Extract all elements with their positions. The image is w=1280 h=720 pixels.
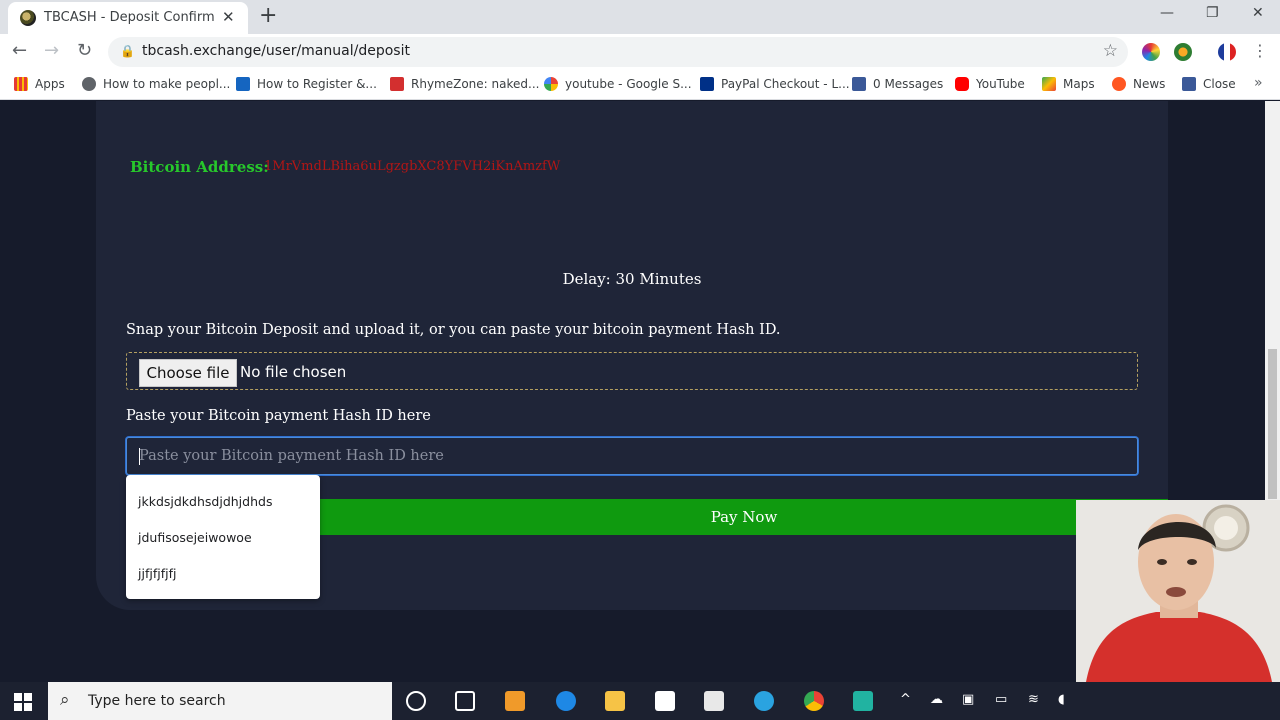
- bookmark-news[interactable]: News: [1112, 77, 1165, 91]
- rhymezone-icon: [390, 77, 404, 91]
- close-tab-icon[interactable]: ✕: [222, 8, 235, 26]
- bookmark-maps[interactable]: Maps: [1042, 77, 1095, 91]
- file-upload-field[interactable]: Choose file No file chosen: [126, 352, 1138, 390]
- onedrive-icon[interactable]: ☁: [930, 692, 943, 707]
- paypal-icon: [700, 77, 714, 91]
- s-logo-icon: [236, 77, 250, 91]
- webcam-overlay: [1076, 500, 1280, 682]
- battery-icon[interactable]: ▭: [995, 692, 1007, 707]
- forward-arrow-icon[interactable]: →: [44, 40, 59, 61]
- hash-id-label: Paste your Bitcoin payment Hash ID here: [126, 408, 431, 424]
- minimize-button[interactable]: —: [1160, 5, 1174, 21]
- mail-icon[interactable]: [655, 691, 675, 711]
- choose-file-button[interactable]: Choose file: [139, 359, 237, 387]
- bookmark-label: youtube - Google S...: [565, 77, 692, 91]
- volume-icon[interactable]: ◖: [1058, 692, 1065, 707]
- page-scrollbar[interactable]: [1265, 101, 1280, 500]
- file-explorer-icon[interactable]: [605, 691, 625, 711]
- tab-tbcash[interactable]: TBCASH - Deposit Confirm ✕: [8, 2, 248, 34]
- bookmark-label: Apps: [35, 77, 65, 91]
- bookmark-close[interactable]: Close: [1182, 77, 1236, 91]
- bookmark-label: Maps: [1063, 77, 1095, 91]
- autocomplete-item[interactable]: jjfjfjfjfj: [138, 566, 176, 581]
- bookmark-paypal-checkout[interactable]: PayPal Checkout - L...: [700, 77, 850, 91]
- sublime-text-icon[interactable]: [505, 691, 525, 711]
- bookmark-youtube[interactable]: YouTube: [955, 77, 1025, 91]
- bookmark-how-to-register[interactable]: How to Register &...: [236, 77, 377, 91]
- bookmark-label: How to make peopl...: [103, 77, 231, 91]
- bookmark-star-icon[interactable]: ☆: [1103, 41, 1118, 61]
- windows-start-icon[interactable]: [14, 693, 32, 711]
- search-icon: ⌕: [60, 690, 70, 710]
- tray-chevron-icon[interactable]: ^: [900, 692, 911, 707]
- news-icon: [1112, 77, 1126, 91]
- wifi-icon[interactable]: ≋: [1028, 692, 1039, 707]
- screen-icon[interactable]: ▣: [962, 692, 974, 707]
- google-icon: [544, 77, 558, 91]
- telegram-icon[interactable]: [754, 691, 774, 711]
- color-extension-icon[interactable]: [1142, 43, 1160, 61]
- no-file-chosen-text: No file chosen: [240, 363, 347, 381]
- bookmark-label: News: [1133, 77, 1166, 91]
- bookmark-apps[interactable]: Apps: [14, 77, 65, 91]
- autocomplete-item[interactable]: jdufisosejeiwowoe: [138, 530, 252, 545]
- bookmark-label: YouTube: [976, 77, 1025, 91]
- taskbar-search[interactable]: ⌕ Type here to search: [48, 682, 392, 720]
- bookmark-how-to-make-people[interactable]: How to make peopl...: [82, 77, 230, 91]
- tbcash-favicon-icon: [20, 10, 36, 26]
- store-icon[interactable]: [704, 691, 724, 711]
- apps-grid-icon: [14, 77, 28, 91]
- bitcoin-address-value: 1MrVmdLBiha6uLgzgbXC8YFVH2iKnAmzfW: [264, 159, 561, 174]
- bookmark-label: RhymeZone: naked...: [411, 77, 540, 91]
- chrome-menu-icon[interactable]: ⋮: [1252, 41, 1268, 60]
- upload-instructions: Snap your Bitcoin Deposit and upload it,…: [126, 322, 781, 338]
- address-bar[interactable]: 🔒 tbcash.exchange/user/manual/deposit ☆: [108, 37, 1128, 67]
- url-text[interactable]: tbcash.exchange/user/manual/deposit: [142, 43, 410, 59]
- cortana-icon[interactable]: [406, 691, 426, 711]
- task-view-icon[interactable]: [455, 691, 475, 711]
- bitcoin-address-label: Bitcoin Address:: [130, 158, 269, 176]
- bookmark-0-messages[interactable]: 0 Messages: [852, 77, 943, 91]
- bookmark-rhymezone[interactable]: RhymeZone: naked...: [390, 77, 539, 91]
- maps-icon: [1042, 77, 1056, 91]
- taskbar-search-placeholder: Type here to search: [88, 693, 226, 709]
- tab-strip: TBCASH - Deposit Confirm ✕ + — ❐ ✕: [0, 0, 1280, 34]
- edge-icon[interactable]: [556, 691, 576, 711]
- back-arrow-icon[interactable]: ←: [12, 40, 27, 61]
- new-tab-button[interactable]: +: [259, 3, 277, 28]
- bookmark-label: 0 Messages: [873, 77, 944, 91]
- autocomplete-item[interactable]: jkkdsjdkdhsdjdhjdhds: [138, 494, 272, 509]
- reload-icon[interactable]: ↻: [77, 40, 92, 61]
- bookmark-label: Close: [1203, 77, 1236, 91]
- browser-toolbar: ← → ↻ 🔒 tbcash.exchange/user/manual/depo…: [0, 34, 1280, 70]
- youtube-icon: [955, 77, 969, 91]
- globe-icon: [82, 77, 96, 91]
- bookmarks-bar: Apps How to make peopl... How to Registe…: [0, 70, 1280, 100]
- facebook-icon: [852, 77, 866, 91]
- bookmark-label: How to Register &...: [257, 77, 377, 91]
- autocomplete-dropdown: jkkdsjdkdhsdjdhjdhds jdufisosejeiwowoe j…: [126, 475, 320, 599]
- delay-text: Delay: 30 Minutes: [562, 270, 702, 288]
- filmora-icon[interactable]: [853, 691, 873, 711]
- pay-now-button[interactable]: Pay Now: [320, 499, 1168, 535]
- more-bookmarks-icon[interactable]: »: [1254, 75, 1263, 91]
- french-flag-icon[interactable]: [1218, 43, 1236, 61]
- bookmark-label: PayPal Checkout - L...: [721, 77, 850, 91]
- scrollbar-thumb[interactable]: [1268, 349, 1277, 499]
- globe-extension-icon[interactable]: [1174, 43, 1192, 61]
- lock-icon: 🔒: [120, 44, 135, 58]
- text-caret: [139, 448, 140, 465]
- restore-button[interactable]: ❐: [1206, 5, 1219, 21]
- bookmark-youtube-google-search[interactable]: youtube - Google S...: [544, 77, 692, 91]
- hash-id-input[interactable]: [126, 437, 1138, 475]
- chrome-icon[interactable]: [804, 691, 824, 711]
- tab-title: TBCASH - Deposit Confirm: [44, 10, 215, 25]
- close-window-button[interactable]: ✕: [1252, 5, 1264, 21]
- webcam-person-image: [1076, 500, 1280, 682]
- windows-taskbar: ⌕ Type here to search ^ ☁ ▣ ▭ ≋ ◖: [0, 682, 1280, 720]
- facebook-icon: [1182, 77, 1196, 91]
